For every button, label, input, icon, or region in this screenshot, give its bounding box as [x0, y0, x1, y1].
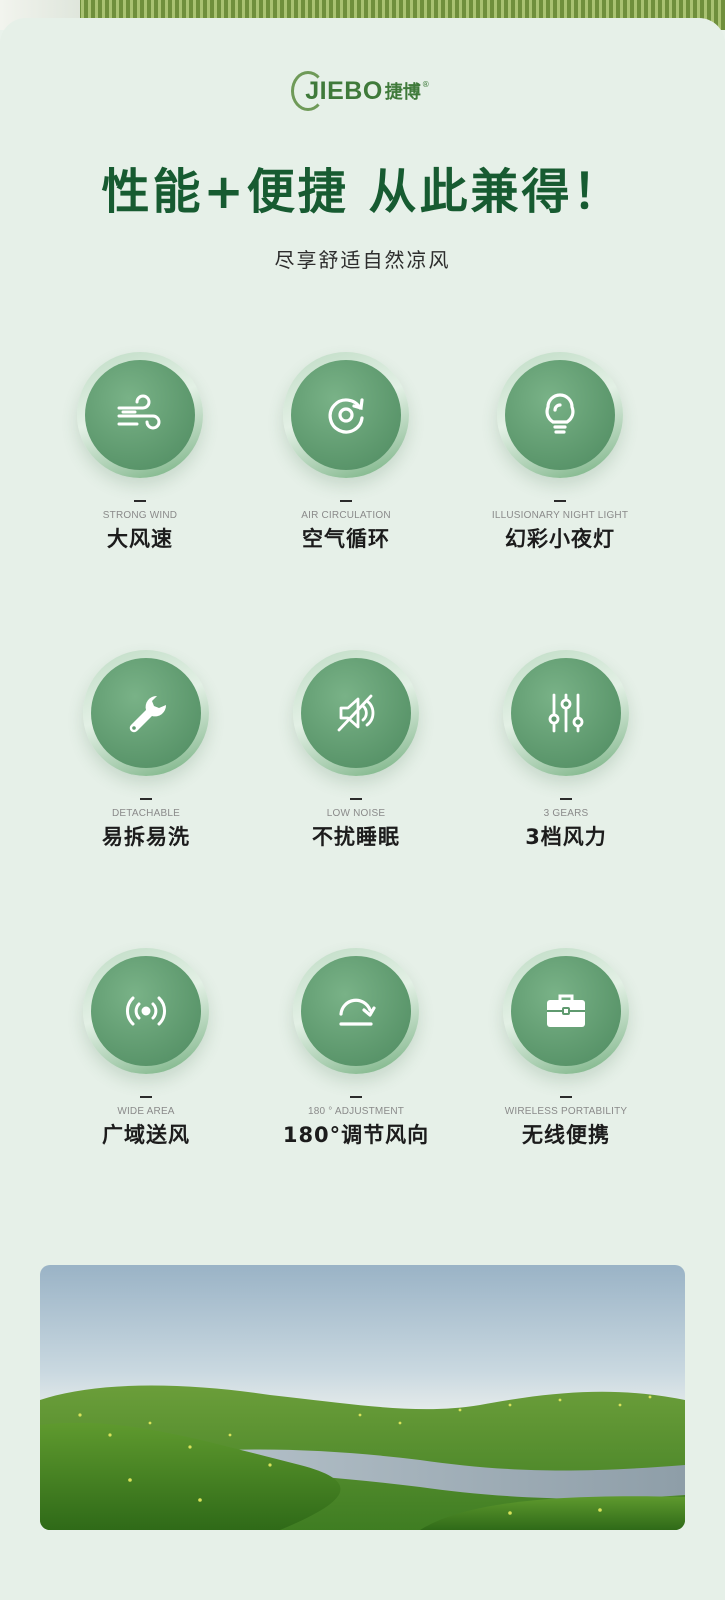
feature-chinese-label: 不扰睡眠 [312, 825, 400, 849]
icon-ring [83, 948, 209, 1074]
separator-dash [134, 500, 146, 502]
icon-ring [283, 352, 409, 478]
feature-english-label: ILLUSIONARY NIGHT LIGHT [491, 510, 629, 521]
feature-english-label: 3 GEARS [543, 808, 589, 819]
icon-disc [301, 956, 411, 1066]
icon-ring [497, 352, 623, 478]
feature-chinese-label: 幻彩小夜灯 [505, 527, 615, 551]
logo-mark: JIEBO 捷博 ® [291, 70, 430, 111]
feature-3-gears: 3 GEARS 3档风力 [466, 650, 666, 851]
feature-chinese-label: 无线便携 [522, 1123, 610, 1147]
icon-disc [91, 956, 201, 1066]
feature-wireless-portability: WIRELESS PORTABILITY 无线便携 [466, 948, 666, 1149]
wind-icon [117, 394, 161, 430]
feature-english-label: STRONG WIND [102, 510, 178, 521]
separator-dash [350, 1096, 362, 1098]
feature-chinese-label: 大风速 [107, 527, 173, 551]
separator-dash [560, 1096, 572, 1098]
icon-disc [91, 658, 201, 768]
lightbulb-icon [545, 393, 575, 434]
landscape-illustration [40, 1385, 685, 1530]
air-circulation-icon [328, 398, 364, 434]
icon-ring [83, 650, 209, 776]
icon-disc [511, 658, 621, 768]
feature-english-label: DETACHABLE [112, 808, 180, 819]
icon-ring [503, 948, 629, 1074]
feature-night-light: ILLUSIONARY NIGHT LIGHT 幻彩小夜灯 [460, 352, 660, 553]
briefcase-icon [547, 994, 585, 1027]
separator-dash [140, 1096, 152, 1098]
feature-chinese-label: 3档风力 [525, 825, 607, 849]
icon-ring [293, 650, 419, 776]
separator-dash [560, 798, 572, 800]
wireless-signal-icon [126, 996, 166, 1026]
registered-mark: ® [421, 79, 430, 89]
logo-chinese-name: 捷博 [384, 82, 421, 103]
mute-speaker-icon [337, 694, 375, 732]
icon-disc [511, 956, 621, 1066]
icon-ring [77, 352, 203, 478]
feature-english-label: LOW NOISE [326, 808, 386, 819]
grassland-landscape-image [40, 1265, 685, 1530]
icon-disc [505, 360, 615, 470]
feature-english-label: WIRELESS PORTABILITY [504, 1106, 628, 1117]
feature-180-adjustment: 180 ° ADJUSTMENT 180°调节风向 [256, 948, 456, 1149]
icon-disc [301, 658, 411, 768]
logo-arc-icon [291, 70, 326, 111]
feature-chinese-label: 空气循环 [302, 527, 390, 551]
brand-logo: JIEBO 捷博 ® [0, 66, 725, 116]
separator-dash [140, 798, 152, 800]
feature-chinese-label: 广域送风 [102, 1123, 190, 1147]
feature-low-noise: LOW NOISE 不扰睡眠 [256, 650, 456, 851]
icon-ring [293, 948, 419, 1074]
rotate-180-icon [339, 998, 376, 1026]
separator-dash [340, 500, 352, 502]
page-headline: 性能+便捷 从此兼得！ [101, 164, 624, 220]
separator-dash [554, 500, 566, 502]
icon-ring [503, 650, 629, 776]
feature-strong-wind: STRONG WIND 大风速 [40, 352, 240, 553]
feature-english-label: WIDE AREA [117, 1106, 175, 1117]
feature-chinese-label: 易拆易洗 [102, 825, 190, 849]
wrench-icon [129, 695, 167, 733]
feature-wide-area: WIDE AREA 广域送风 [46, 948, 246, 1149]
separator-dash [350, 798, 362, 800]
feature-air-circulation: AIR CIRCULATION 空气循环 [246, 352, 446, 553]
feature-english-label: AIR CIRCULATION [301, 510, 391, 521]
icon-disc [85, 360, 195, 470]
icon-disc [291, 360, 401, 470]
feature-detachable: DETACHABLE 易拆易洗 [46, 650, 246, 851]
sliders-icon [548, 693, 584, 733]
feature-english-label: 180 ° ADJUSTMENT [307, 1106, 405, 1117]
feature-chinese-label: 180°调节风向 [282, 1123, 430, 1147]
page-subheading: 尽享舒适自然凉风 [274, 248, 451, 272]
